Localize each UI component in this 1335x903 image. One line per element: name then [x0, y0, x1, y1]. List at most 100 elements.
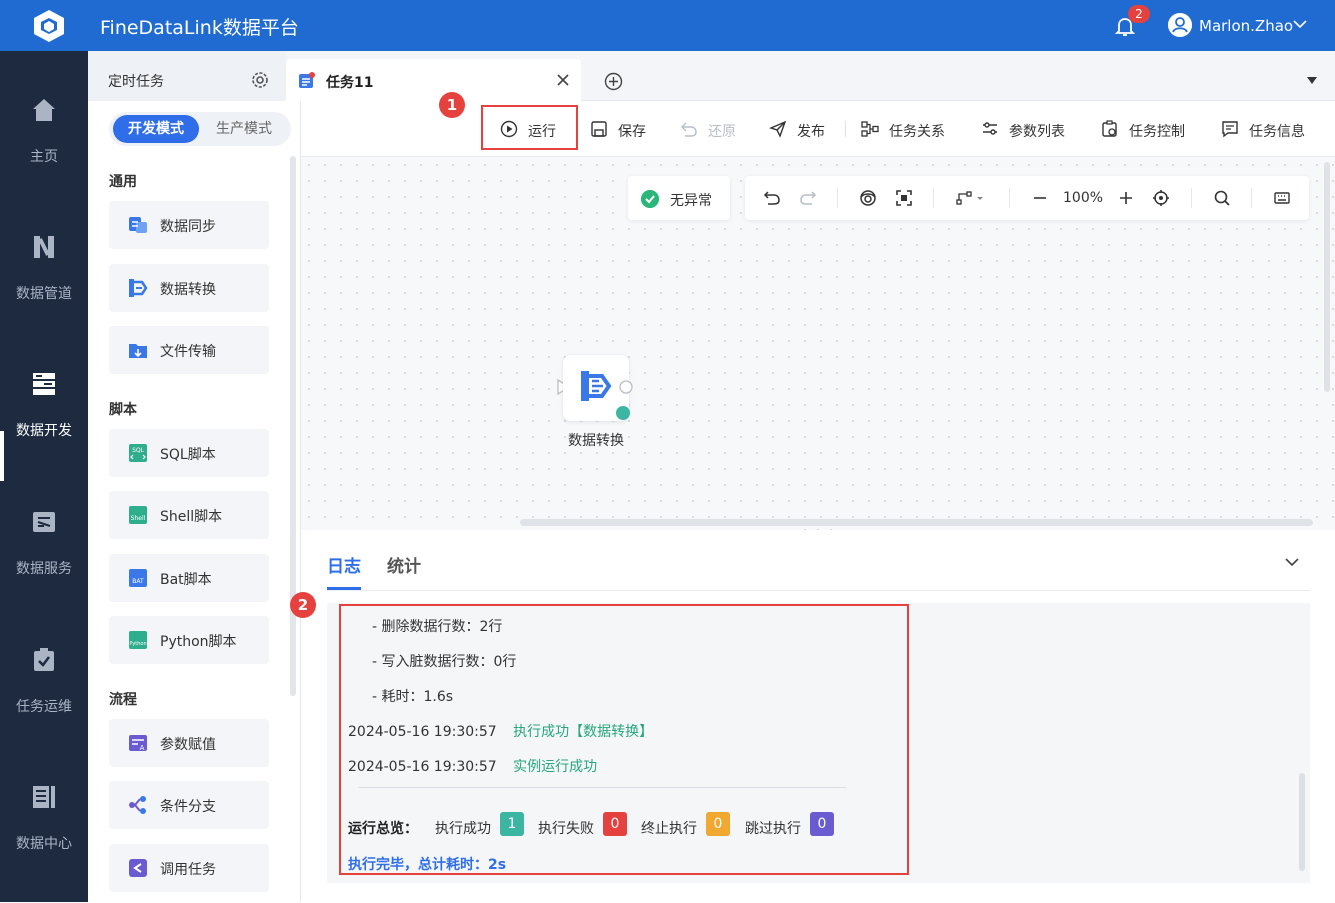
mode-switch: 开发模式 生产模式	[109, 112, 291, 146]
task-relation-label: 任务关系	[889, 124, 945, 140]
log-entry: 2024-05-16 19:30:57 执行成功【数据转换】	[348, 721, 653, 741]
zoom-in-icon[interactable]	[1117, 189, 1135, 207]
zoom-level: 100%	[1063, 190, 1104, 206]
node-label: 条件分支	[160, 799, 216, 815]
view-icon[interactable]	[859, 189, 877, 207]
canvas-vertical-scrollbar[interactable]	[1324, 162, 1330, 392]
caret-down-icon[interactable]	[1307, 77, 1317, 85]
nav-item-dev[interactable]: 数据开发	[0, 370, 88, 490]
node-label: 数据转换	[160, 282, 216, 298]
canvas-toolbar-divider	[1251, 188, 1252, 208]
user-avatar-icon[interactable]	[1168, 13, 1192, 37]
service-icon	[33, 512, 55, 532]
nav-item-datacenter[interactable]: 数据中心	[0, 783, 88, 903]
tab-scheduled-tasks[interactable]: 定时任务	[88, 51, 286, 101]
task-info-label: 任务信息	[1249, 124, 1305, 140]
save-label: 保存	[618, 124, 646, 140]
gear-icon[interactable]	[250, 70, 270, 90]
tab-bar: 定时任务 任务11	[88, 51, 1335, 101]
nav-item-home[interactable]: 主页	[0, 96, 88, 216]
relation-icon	[861, 121, 879, 137]
datacenter-icon	[33, 786, 55, 808]
node-file-transfer[interactable]: 文件传输	[109, 326, 269, 374]
toolbar-divider	[845, 121, 846, 137]
prod-mode-button[interactable]: 生产模式	[201, 115, 287, 143]
undo-icon	[681, 122, 697, 137]
log-tabs-divider	[327, 590, 1310, 591]
close-icon[interactable]	[556, 73, 570, 87]
file-transfer-icon	[129, 344, 147, 358]
summary-success-label: 执行成功	[435, 821, 491, 837]
nav-item-service[interactable]: 数据服务	[0, 508, 88, 628]
canvas-toolbar-divider	[1009, 188, 1010, 208]
nav-item-pipeline[interactable]: 数据管道	[0, 233, 88, 353]
nav-label: 主页	[30, 149, 58, 165]
node-data-sync[interactable]: 数据同步	[109, 201, 269, 249]
zoom-out-icon[interactable]	[1031, 189, 1049, 207]
node-invoke-task[interactable]: 调用任务	[109, 844, 269, 892]
svg-text:A: A	[140, 744, 145, 752]
ops-icon	[34, 648, 54, 671]
log-timestamp: 2024-05-16 19:30:57	[348, 724, 497, 740]
param-list-label: 参数列表	[1009, 124, 1065, 140]
node-condition-branch[interactable]: 条件分支	[109, 781, 269, 829]
tab-task11[interactable]: 任务11	[286, 59, 581, 101]
tab-label: 定时任务	[108, 74, 164, 90]
fdl-logo-icon[interactable]	[30, 8, 68, 44]
search-icon[interactable]	[1213, 189, 1231, 207]
redo-icon[interactable]	[799, 189, 817, 207]
chevron-down-icon[interactable]	[1292, 16, 1308, 32]
data-transform-icon	[129, 279, 148, 297]
user-name[interactable]: Marlon.Zhao	[1199, 17, 1293, 35]
chevron-down-icon[interactable]	[1284, 554, 1300, 570]
callout-2: 2	[290, 592, 316, 618]
param-assign-icon: A	[129, 735, 147, 752]
node-label: 参数赋值	[160, 737, 216, 753]
summary-terminated-count: 0	[706, 812, 730, 836]
nav-label: 数据中心	[16, 836, 72, 852]
invoke-task-icon	[129, 859, 147, 877]
python-script-icon: Python	[129, 631, 147, 649]
nav-label: 任务运维	[16, 699, 72, 715]
tab-stats[interactable]: 统计	[387, 552, 421, 577]
task-toolbar: 1 运行 保存 还原 发布 任务关系 参数列表 任务控制 任务信息	[301, 92, 1335, 157]
log-panel: 日志 统计 2 - 删除数据行数：2行 - 写入脏数据行数：0行 - 耗时：1.…	[290, 530, 1335, 902]
play-icon	[500, 120, 518, 138]
nav-item-ops[interactable]: 任务运维	[0, 646, 88, 766]
keyboard-icon[interactable]	[1273, 189, 1291, 207]
section-title-flow: 流程	[109, 692, 137, 708]
output-port-icon[interactable]	[619, 380, 633, 394]
tab-label: 任务11	[326, 75, 374, 91]
sliders-icon	[983, 122, 997, 135]
node-label: 调用任务	[160, 862, 216, 878]
node-bat-script[interactable]: BAT Bat脚本	[109, 554, 269, 602]
app-title: FineDataLink数据平台	[100, 17, 299, 39]
log-line: - 写入脏数据行数：0行	[372, 654, 517, 670]
fit-view-icon[interactable]	[895, 189, 913, 207]
dev-mode-button[interactable]: 开发模式	[113, 115, 199, 143]
node-python-script[interactable]: Python Python脚本	[109, 616, 269, 664]
left-nav: 主页 数据管道 数据开发 数据服务 任务运维 数据中心	[0, 51, 88, 902]
restore-label: 还原	[708, 124, 736, 140]
svg-text:SQL: SQL	[132, 447, 145, 454]
log-scrollbar[interactable]	[1299, 773, 1305, 871]
canvas-toolbar-divider	[1191, 188, 1192, 208]
task-icon	[299, 72, 315, 88]
log-highlight-box: - 删除数据行数：2行 - 写入脏数据行数：0行 - 耗时：1.6s 2024-…	[339, 604, 909, 875]
locate-icon[interactable]	[1152, 189, 1170, 207]
flow-canvas[interactable]: 无异常 100% 数据转换 ⋮⋮⋮	[301, 157, 1335, 541]
node-param-assign[interactable]: A 参数赋值	[109, 719, 269, 767]
task-control-icon	[1102, 120, 1117, 137]
add-tab-icon[interactable]	[604, 72, 623, 91]
tab-log[interactable]: 日志	[327, 552, 361, 577]
node-shell-script[interactable]: Shell Shell脚本	[109, 491, 269, 539]
undo-icon[interactable]	[763, 189, 781, 207]
connector-style-icon[interactable]	[955, 189, 987, 207]
validation-status[interactable]: 无异常	[628, 176, 730, 220]
log-output: - 删除数据行数：2行 - 写入脏数据行数：0行 - 耗时：1.6s 2024-…	[327, 603, 1310, 883]
canvas-horizontal-scrollbar[interactable]	[520, 519, 1313, 526]
node-data-transform[interactable]: 数据转换	[109, 264, 269, 312]
node-sql-script[interactable]: SQL SQL脚本	[109, 429, 269, 477]
summary-skipped-label: 跳过执行	[745, 821, 801, 837]
log-line: - 耗时：1.6s	[372, 689, 454, 705]
